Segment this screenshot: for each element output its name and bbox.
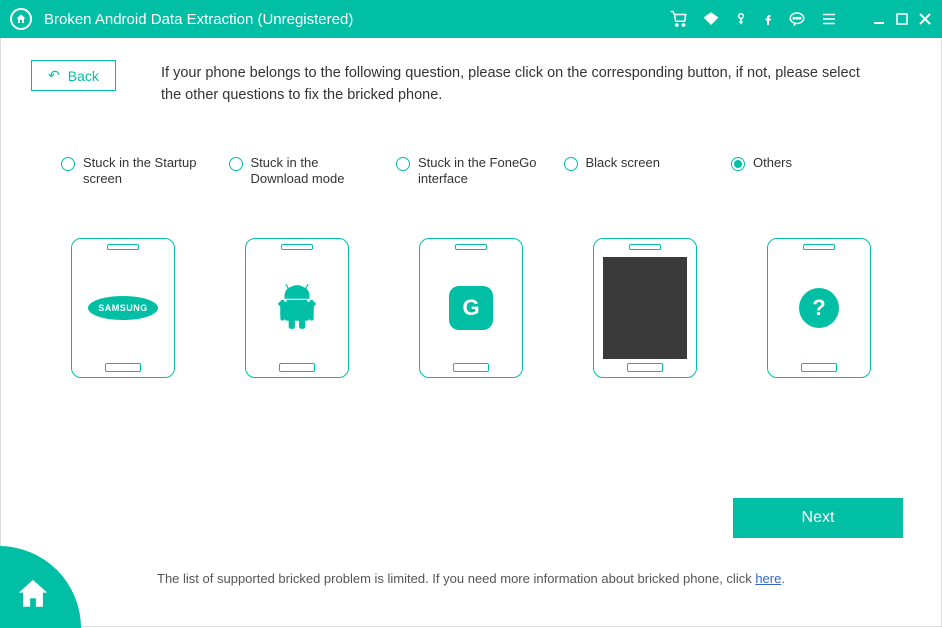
option-label: Stuck in the Startup screen	[83, 155, 211, 189]
cart-icon[interactable]	[670, 10, 688, 28]
option-black-screen[interactable]: Black screen	[564, 155, 714, 172]
option-startup-screen[interactable]: Stuck in the Startup screen	[61, 155, 211, 189]
home-icon	[16, 577, 50, 611]
app-title: Broken Android Data Extraction (Unregist…	[44, 11, 670, 28]
chat-icon[interactable]	[788, 10, 806, 28]
main-content: ↶ Back If your phone belongs to the foll…	[0, 38, 942, 627]
options-row: Stuck in the Startup screen Stuck in the…	[51, 155, 891, 189]
fonego-icon: G	[449, 286, 493, 330]
facebook-icon[interactable]	[762, 10, 774, 28]
menu-icon[interactable]	[820, 10, 838, 28]
samsung-logo-icon: SAMSUNG	[88, 296, 158, 320]
phone-others: ?	[767, 238, 871, 378]
back-button[interactable]: ↶ Back	[31, 60, 116, 91]
phone-fonego: G	[419, 238, 523, 378]
phone-black-screen	[593, 238, 697, 378]
radio-icon	[731, 157, 745, 171]
close-icon[interactable]	[918, 12, 932, 26]
titlebar: Broken Android Data Extraction (Unregist…	[0, 0, 942, 38]
maximize-icon[interactable]	[896, 12, 908, 26]
radio-icon	[61, 157, 75, 171]
option-others[interactable]: Others	[731, 155, 881, 172]
question-icon: ?	[799, 288, 839, 328]
android-icon	[272, 281, 322, 336]
option-label: Stuck in the FoneGo interface	[418, 155, 546, 189]
back-arrow-icon: ↶	[48, 67, 60, 84]
footer-link-here[interactable]: here	[755, 571, 781, 586]
footer-text: The list of supported bricked problem is…	[1, 571, 941, 586]
home-icon[interactable]	[10, 8, 32, 30]
phone-android	[245, 238, 349, 378]
option-label: Black screen	[586, 155, 660, 172]
phones-row: SAMSUNG G ?	[61, 238, 881, 378]
footer-text-before: The list of supported bricked problem is…	[157, 571, 755, 586]
key-icon[interactable]	[734, 10, 748, 28]
corner-home-button[interactable]	[0, 546, 81, 628]
black-screen-icon	[603, 257, 687, 359]
radio-icon	[564, 157, 578, 171]
instructions-text: If your phone belongs to the following q…	[161, 63, 881, 107]
titlebar-toolbar	[670, 10, 932, 28]
wifi-icon[interactable]	[702, 10, 720, 28]
radio-icon	[396, 157, 410, 171]
option-label: Stuck in the Download mode	[251, 155, 379, 189]
phone-samsung: SAMSUNG	[71, 238, 175, 378]
minimize-icon[interactable]	[872, 12, 886, 26]
option-fonego-interface[interactable]: Stuck in the FoneGo interface	[396, 155, 546, 189]
next-button[interactable]: Next	[733, 498, 903, 538]
option-download-mode[interactable]: Stuck in the Download mode	[229, 155, 379, 189]
option-label: Others	[753, 155, 792, 172]
radio-icon	[229, 157, 243, 171]
back-button-label: Back	[68, 68, 99, 84]
footer-text-after: .	[781, 571, 785, 586]
